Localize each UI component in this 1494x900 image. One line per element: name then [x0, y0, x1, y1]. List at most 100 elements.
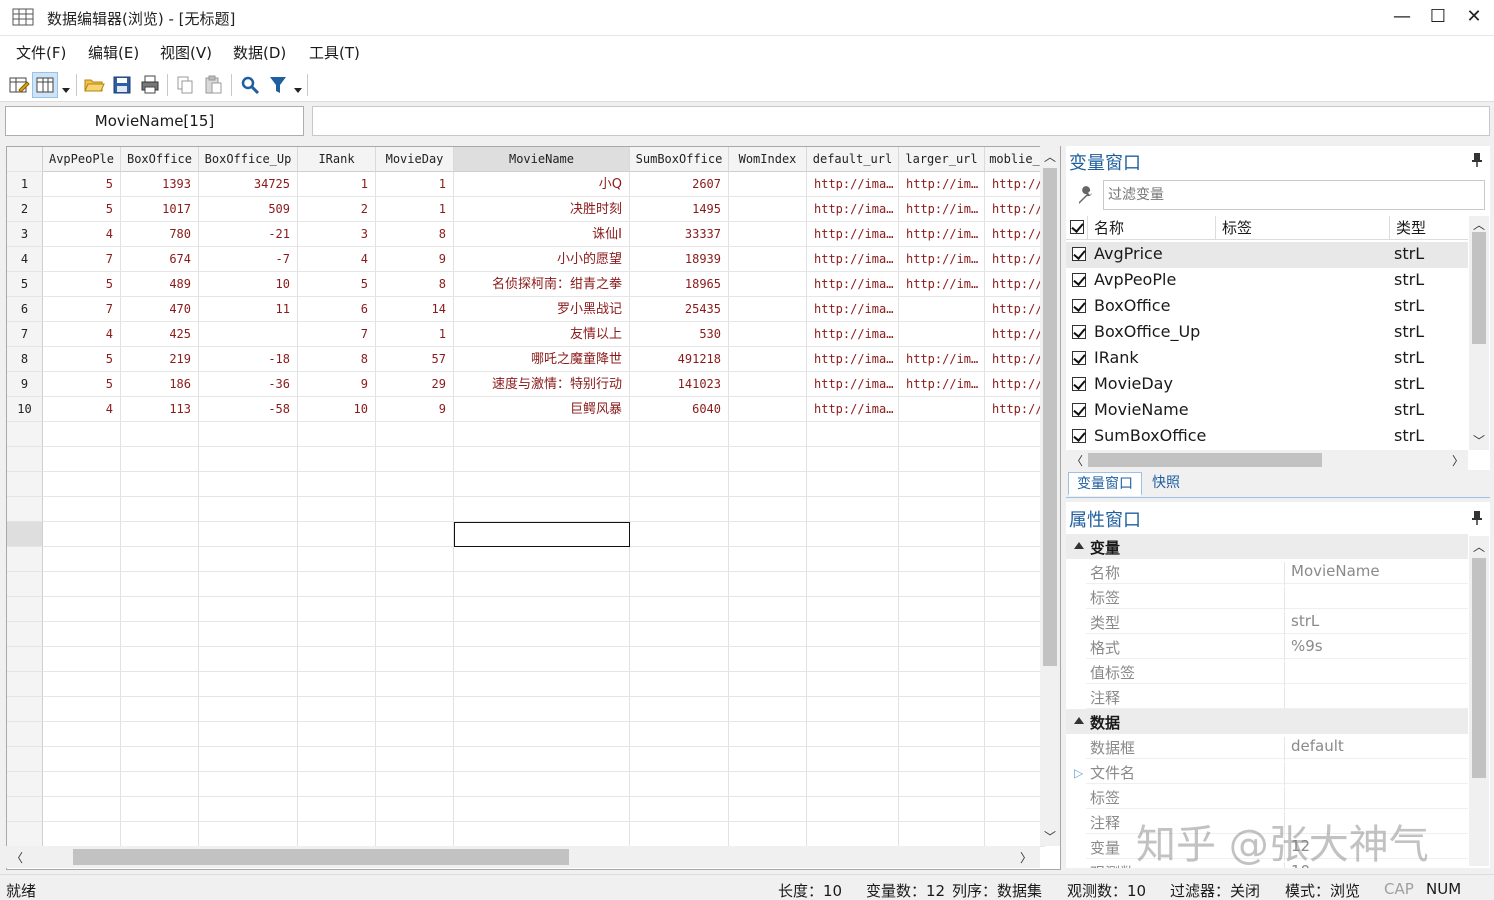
grid-cell[interactable]	[199, 597, 298, 622]
cell-name-box[interactable]: MovieName[15]	[5, 106, 304, 136]
grid-cell[interactable]	[985, 822, 1045, 847]
variable-checkbox[interactable]	[1072, 351, 1086, 365]
grid-cell[interactable]	[729, 572, 807, 597]
grid-cell[interactable]	[729, 447, 807, 472]
grid-cell[interactable]	[298, 647, 376, 672]
row-number[interactable]	[7, 797, 43, 822]
grid-cell[interactable]	[630, 747, 729, 772]
edit-mode-button[interactable]	[5, 72, 31, 98]
print-button[interactable]	[137, 72, 163, 98]
grid-cell[interactable]	[298, 797, 376, 822]
row-number[interactable]: 1	[7, 172, 43, 197]
grid-cell[interactable]	[899, 722, 985, 747]
variable-row[interactable]: AvgPrice strL	[1066, 242, 1468, 268]
row-number[interactable]	[7, 422, 43, 447]
grid-cell[interactable]: http://	[985, 347, 1045, 372]
grid-cell[interactable]	[121, 422, 199, 447]
grid-cell[interactable]	[199, 722, 298, 747]
grid-cell[interactable]	[807, 647, 899, 672]
property-row[interactable]: 标签	[1086, 784, 1468, 811]
grid-cell[interactable]: 29	[376, 372, 454, 397]
chevron-right-icon[interactable]: 〉	[1452, 452, 1464, 469]
minimize-button[interactable]: —	[1384, 4, 1420, 30]
grid-cell[interactable]	[985, 722, 1045, 747]
grid-cell[interactable]: -21	[199, 222, 298, 247]
grid-cell[interactable]	[121, 572, 199, 597]
row-number[interactable]	[7, 672, 43, 697]
grid-cell[interactable]	[899, 547, 985, 572]
grid-cell[interactable]: 530	[630, 322, 729, 347]
grid-cell[interactable]	[985, 522, 1045, 547]
grid-cell[interactable]	[729, 272, 807, 297]
cell-value-field[interactable]	[312, 106, 1490, 136]
scroll-thumb[interactable]	[1472, 232, 1486, 344]
grid-cell[interactable]: 9	[376, 247, 454, 272]
grid-cell[interactable]	[807, 697, 899, 722]
column-header[interactable]: default_url	[807, 147, 899, 172]
grid-cell[interactable]	[630, 597, 729, 622]
grid-cell[interactable]	[454, 472, 630, 497]
grid-cell[interactable]: 186	[121, 372, 199, 397]
grid-cell[interactable]	[807, 522, 899, 547]
grid-cell[interactable]	[985, 547, 1045, 572]
grid-cell[interactable]	[807, 447, 899, 472]
find-button[interactable]	[237, 72, 263, 98]
grid-cell[interactable]	[985, 622, 1045, 647]
grid-cell[interactable]	[807, 797, 899, 822]
grid-cell[interactable]: 5	[43, 347, 121, 372]
grid-cell[interactable]: http://ima…	[807, 172, 899, 197]
grid-cell[interactable]	[43, 822, 121, 847]
grid-cell[interactable]	[899, 772, 985, 797]
grid-vertical-scrollbar[interactable]: ︿ ﹀	[1040, 146, 1060, 846]
grid-cell[interactable]	[376, 772, 454, 797]
property-row[interactable]: 值标签	[1086, 659, 1468, 686]
column-header[interactable]: AvpPeoPle	[43, 147, 121, 172]
row-number[interactable]: 6	[7, 297, 43, 322]
grid-cell[interactable]: http://im…	[899, 347, 985, 372]
grid-cell[interactable]	[630, 422, 729, 447]
grid-cell[interactable]: 1	[376, 322, 454, 347]
variable-checkbox[interactable]	[1072, 247, 1086, 261]
collapse-icon[interactable]	[1074, 717, 1084, 724]
header-name[interactable]: 名称	[1088, 216, 1216, 240]
grid-cell[interactable]	[729, 197, 807, 222]
chevron-up-icon[interactable]: ︿	[1044, 148, 1056, 165]
grid-cell[interactable]	[298, 722, 376, 747]
grid-cell[interactable]	[899, 747, 985, 772]
variable-row[interactable]: SumBoxOffice strL	[1066, 424, 1468, 450]
grid-cell[interactable]: 1017	[121, 197, 199, 222]
grid-cell[interactable]	[121, 797, 199, 822]
grid-cell[interactable]	[376, 647, 454, 672]
row-number[interactable]: 2	[7, 197, 43, 222]
grid-cell[interactable]: 友情以上	[454, 322, 630, 347]
column-header[interactable]: WomIndex	[729, 147, 807, 172]
property-row[interactable]: 文件名	[1086, 759, 1468, 786]
column-header[interactable]: MovieDay	[376, 147, 454, 172]
variable-checkbox[interactable]	[1072, 299, 1086, 313]
grid-cell[interactable]: 34725	[199, 172, 298, 197]
grid-cell[interactable]: 57	[376, 347, 454, 372]
open-button[interactable]	[81, 72, 107, 98]
grid-cell[interactable]	[985, 797, 1045, 822]
grid-cell[interactable]: 25435	[630, 297, 729, 322]
grid-cell[interactable]	[43, 622, 121, 647]
menu-file[interactable]: 文件(F)	[16, 42, 66, 63]
column-header[interactable]: BoxOffice	[121, 147, 199, 172]
grid-cell[interactable]	[630, 622, 729, 647]
property-group-data[interactable]: 数据	[1066, 709, 1468, 734]
select-all-checkbox[interactable]	[1066, 216, 1088, 240]
grid-cell[interactable]	[298, 447, 376, 472]
grid-cell[interactable]	[630, 772, 729, 797]
grid-cell[interactable]: 1495	[630, 197, 729, 222]
grid-cell[interactable]	[729, 297, 807, 322]
grid-cell[interactable]	[630, 447, 729, 472]
grid-cell[interactable]	[121, 622, 199, 647]
close-button[interactable]: ✕	[1456, 4, 1492, 30]
grid-cell[interactable]	[899, 497, 985, 522]
property-row[interactable]: 标签	[1086, 584, 1468, 611]
grid-cell[interactable]	[807, 422, 899, 447]
grid-cell[interactable]: 罗小黑战记	[454, 297, 630, 322]
grid-cell[interactable]: 哪吒之魔童降世	[454, 347, 630, 372]
grid-cell[interactable]	[199, 422, 298, 447]
grid-cell[interactable]	[729, 247, 807, 272]
